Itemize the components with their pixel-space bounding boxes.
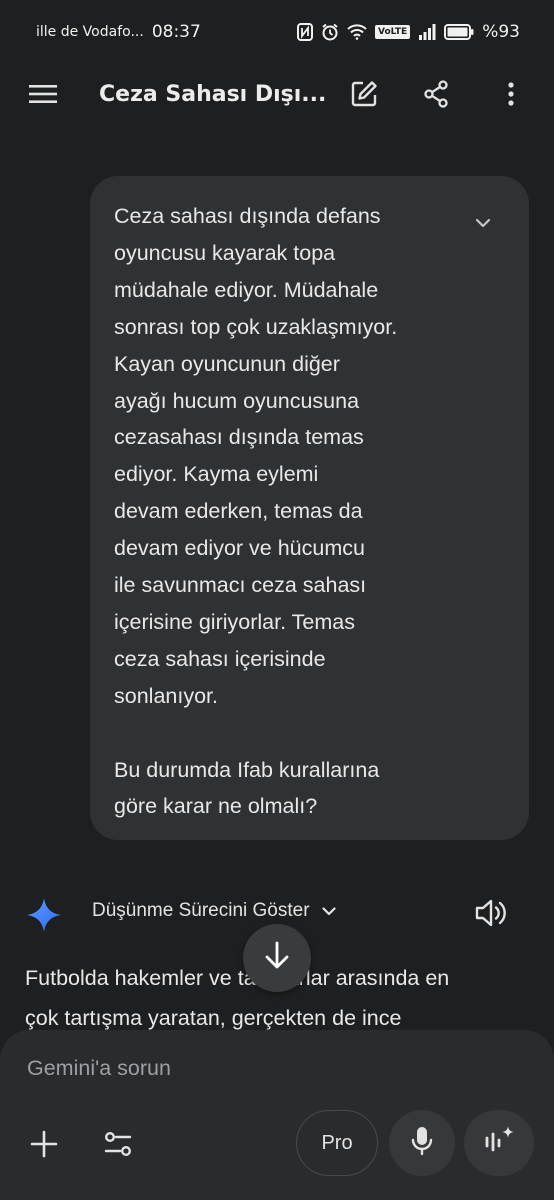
alarm-icon [321, 23, 339, 41]
microphone-icon [410, 1125, 434, 1161]
show-thinking-label: Düşünme Sürecini Göster [92, 900, 310, 921]
share-button[interactable] [412, 72, 460, 120]
user-message-text: Ceza sahası dışında defans oyuncusu kaya… [114, 198, 444, 825]
menu-icon [28, 83, 58, 109]
response-line: Futbolda hakemler ve taraftarlar arasınd… [25, 966, 450, 990]
message-line: devam ederken, temas da [114, 499, 363, 524]
response-line: çok tartışma yaratan, gerçekten de ince [25, 1006, 402, 1030]
expand-message-button[interactable] [471, 210, 495, 234]
microphone-button[interactable] [389, 1110, 455, 1176]
chevron-down-icon [321, 900, 336, 922]
message-line: ayağı hucum oyuncusuna [114, 388, 360, 413]
message-line: Kayan oyuncunun diğer [114, 351, 340, 376]
message-line: devam ediyor ve hücumcu [114, 536, 365, 561]
live-sparkle-icon [481, 1124, 517, 1162]
status-bar: ille de Vodafo... 08:37 VoLTE %93 [0, 0, 554, 64]
user-question: Bu durumda Ifab kurallarına göre karar n… [114, 752, 444, 826]
plus-icon [29, 1129, 59, 1163]
question-line: Bu durumda Ifab kurallarına [114, 757, 380, 782]
new-chat-button[interactable] [340, 72, 388, 120]
message-line: sonrası top çok uzaklaşmıyor. [114, 314, 398, 339]
signal-icon [418, 24, 436, 40]
add-attachment-button[interactable] [22, 1124, 66, 1168]
wifi-icon [347, 24, 367, 40]
message-line: oyuncusu kayarak topa [114, 240, 336, 265]
carrier-label: ille de Vodafo... [36, 24, 144, 40]
edit-icon [350, 80, 378, 112]
arrow-down-icon [264, 941, 290, 975]
app-bar: Ceza Sahası Dışı... [0, 64, 554, 128]
gemini-spark-icon [25, 896, 63, 938]
chevron-down-icon [475, 213, 491, 232]
read-aloud-button[interactable] [474, 898, 508, 932]
message-line: Ceza sahası dışında defans [114, 204, 381, 228]
menu-button[interactable] [19, 72, 67, 120]
volte-badge: VoLTE [375, 25, 411, 39]
more-options-button[interactable] [487, 72, 535, 120]
share-icon [423, 80, 449, 112]
message-line: ediyor. Kayma eylemi [114, 462, 319, 487]
nfc-icon [297, 23, 313, 41]
user-message-body: Ceza sahası dışında defans oyuncusu kaya… [114, 198, 444, 715]
message-line: sonlanıyor. [114, 683, 218, 708]
message-line: ile savunmacı ceza sahası [114, 573, 367, 598]
clock: 08:37 [151, 22, 201, 42]
message-line: müdahale ediyor. Müdahale [114, 277, 379, 302]
message-line: cezasahası dışında temas [114, 425, 364, 450]
conversation-title: Ceza Sahası Dışı... [99, 82, 327, 107]
tools-button[interactable] [96, 1124, 140, 1168]
model-selector-button[interactable]: Pro [296, 1110, 378, 1176]
prompt-composer: Gemini'a sorun Pro [0, 1030, 554, 1200]
model-label: Pro [321, 1131, 353, 1154]
question-line: göre karar ne olmalı? [114, 794, 318, 819]
more-vert-icon [507, 82, 515, 110]
message-line: ceza sahası içerisinde [114, 646, 326, 671]
show-thinking-toggle[interactable]: Düşünme Sürecini Göster [92, 900, 336, 922]
message-line: içerisine giriyorlar. Temas [114, 609, 355, 634]
scroll-to-bottom-button[interactable] [243, 924, 311, 992]
battery-percent: %93 [482, 22, 520, 42]
live-mode-button[interactable] [464, 1110, 534, 1176]
tune-icon [102, 1129, 134, 1163]
user-message-bubble: Ceza sahası dışında defans oyuncusu kaya… [90, 176, 529, 840]
prompt-input[interactable]: Gemini'a sorun [27, 1056, 171, 1081]
speaker-icon [474, 899, 508, 932]
battery-icon [444, 24, 474, 40]
